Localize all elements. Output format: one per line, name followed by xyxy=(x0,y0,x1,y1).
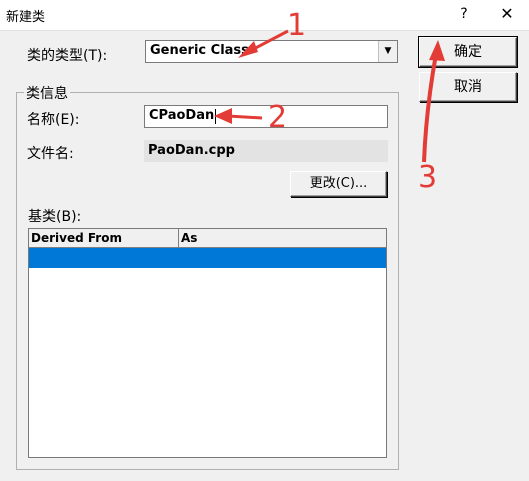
annotation-label-2: 2 xyxy=(268,100,288,135)
annotation-label-1: 1 xyxy=(287,8,307,43)
annotation-overlay xyxy=(214,29,445,163)
annotation-arrow-1 xyxy=(238,29,289,58)
annotation-arrow-2 xyxy=(214,108,263,124)
annotation-arrow-3 xyxy=(422,40,445,163)
annotation-label-3: 3 xyxy=(418,160,438,195)
